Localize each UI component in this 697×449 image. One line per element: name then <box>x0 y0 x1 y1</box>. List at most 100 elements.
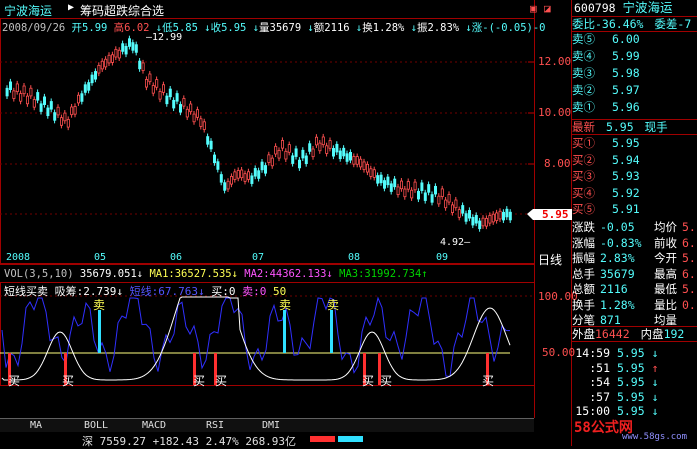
candle-body <box>430 194 434 203</box>
indicator-legend: 短线买卖 吸筹:2.739↓ 短线:67.763↓ 买:0 卖:0 50 <box>4 285 287 298</box>
candle-body <box>471 216 475 226</box>
candle-body <box>257 170 261 179</box>
candle-body <box>311 148 315 158</box>
candle-body <box>267 154 271 163</box>
candle-body <box>39 103 43 112</box>
candle-body <box>226 180 230 190</box>
sell-signal-bar <box>330 310 333 353</box>
stock-name: 宁波海运 <box>4 4 53 18</box>
candle-body <box>403 188 407 198</box>
tab-dmi[interactable]: DMI <box>262 420 280 431</box>
candle-body <box>121 43 125 52</box>
candle-body <box>185 108 189 118</box>
stat-row: 振幅 2.83% 今开 5. <box>572 251 696 265</box>
candle-body <box>433 185 437 195</box>
candle-body <box>46 107 50 117</box>
candle-body <box>491 213 495 223</box>
candle-body <box>212 154 216 164</box>
candle-body <box>280 140 284 149</box>
bottom-ticker: 深 7559.27 +182.43 2.47% 268.93亿 <box>82 435 297 448</box>
indicator-title: 筹码超跌综合选 <box>80 4 165 18</box>
tab-boll[interactable]: BOLL <box>84 420 108 431</box>
time-label: 07 <box>252 252 265 263</box>
candle-body <box>22 85 26 95</box>
candle-body <box>25 95 29 105</box>
period-label[interactable]: 日线 <box>538 251 562 268</box>
calendar-icon[interactable]: ▣ <box>530 2 537 15</box>
arrow-icon[interactable]: ▶ <box>68 2 74 13</box>
price-tick: 12.00 <box>538 55 572 68</box>
candle-body <box>352 156 356 165</box>
stat-row: 换手 1.28% 量比 0. <box>572 297 696 312</box>
candle-body <box>195 109 199 118</box>
stock-code: 600798 <box>574 1 616 15</box>
candle-body <box>277 150 281 159</box>
candle-body <box>501 211 505 221</box>
candle-body <box>331 148 335 157</box>
candle-body <box>464 213 468 222</box>
candle-body <box>508 211 512 221</box>
candle-body <box>15 83 19 92</box>
candle-body <box>168 88 172 98</box>
flag-icon[interactable]: ◪ <box>544 2 551 15</box>
candle-body <box>444 199 448 209</box>
candle-body <box>376 175 380 184</box>
candle-body <box>345 153 349 162</box>
candle-body <box>216 161 220 170</box>
candle-body <box>114 48 118 58</box>
candle-body <box>274 145 278 155</box>
candle-body <box>73 106 77 115</box>
candle-body <box>223 182 227 191</box>
candle-body <box>66 119 70 128</box>
candle-body <box>192 113 196 123</box>
outer-inner-row: 外盘16442 内盘192 <box>572 326 697 342</box>
candle-body <box>236 170 240 179</box>
candle-body <box>117 49 121 59</box>
candle-body <box>90 74 94 84</box>
sell-level: 卖④ 5.99 <box>572 49 640 63</box>
sell-mark: 卖 <box>93 298 106 312</box>
candle-body <box>359 158 363 168</box>
tab-rsi[interactable]: RSI <box>206 420 224 431</box>
candle-body <box>287 144 291 153</box>
candle-body <box>219 174 223 183</box>
candle-body <box>5 87 9 97</box>
candle-body <box>372 169 376 178</box>
candle-body <box>49 101 53 110</box>
buy-mark: 买 <box>193 374 206 388</box>
candle-body <box>291 155 295 164</box>
candle-body <box>297 159 301 169</box>
candle-body <box>127 38 131 47</box>
ind-tick: 50.00 <box>542 346 576 359</box>
candle-body <box>178 104 182 113</box>
buy-mark: 买 <box>62 374 75 388</box>
candle-body <box>474 215 478 224</box>
latest-row: 最新 5.95 现手 <box>572 119 697 135</box>
candle-body <box>134 44 138 53</box>
candle-body <box>488 215 492 224</box>
tick-row: :57 5.95 ↓ <box>589 389 659 404</box>
tab-ma[interactable]: MA <box>30 420 42 431</box>
candle-body <box>111 54 115 63</box>
tab-macd[interactable]: MACD <box>142 420 166 431</box>
candle-body <box>32 99 36 108</box>
candle-body <box>70 106 74 116</box>
quote-panel: 600798 宁波海运 委比-36.46% 委差-7 卖⑤ 6.00 卖④ 5.99 卖… <box>572 0 697 418</box>
stat-row: 涨幅 -0.83% 前收 6. <box>572 235 696 250</box>
candle-body <box>243 173 247 182</box>
candle-body <box>63 112 67 122</box>
candle-body <box>141 62 145 71</box>
candle-body <box>100 60 104 70</box>
candle-body <box>53 112 57 121</box>
candle-body <box>80 93 84 102</box>
candle-body <box>206 136 210 145</box>
candle-body <box>396 186 400 196</box>
sell-mark: 卖 <box>279 298 292 312</box>
stock-title: 宁波海运 <box>4 2 52 19</box>
candle-body <box>161 84 165 93</box>
candle-body <box>165 95 169 105</box>
candle-body <box>410 189 414 199</box>
candle-body <box>484 218 488 227</box>
candle-body <box>369 168 373 177</box>
candle-body <box>77 94 81 104</box>
